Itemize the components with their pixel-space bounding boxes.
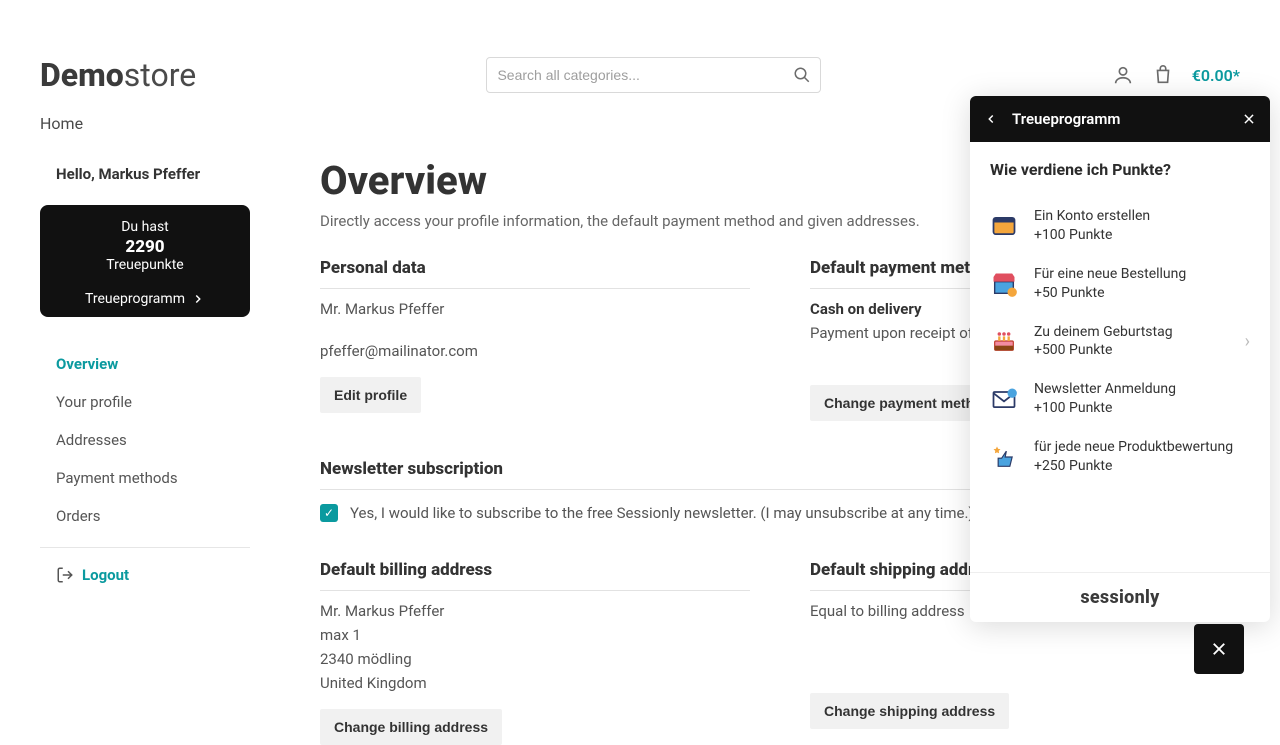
search-wrap bbox=[486, 57, 821, 93]
thumbs-up-stars-icon bbox=[990, 443, 1018, 471]
logout-button[interactable]: Logout bbox=[40, 560, 250, 590]
store-icon bbox=[990, 270, 1018, 298]
chevron-right-icon bbox=[191, 292, 205, 306]
newsletter-checkbox[interactable]: ✓ bbox=[320, 504, 338, 522]
nav-addresses[interactable]: Addresses bbox=[40, 421, 250, 459]
billing-name: Mr. Markus Pfeffer bbox=[320, 599, 750, 623]
loyalty-line2: Treuepunkte bbox=[54, 257, 236, 273]
panel-question: Wie verdiene ich Punkte? bbox=[990, 160, 1250, 179]
panel-item-review[interactable]: für jede neue Produktbewertung+250 Punkt… bbox=[990, 428, 1250, 486]
billing-title: Default billing address bbox=[320, 560, 750, 591]
panel-item-order[interactable]: Für eine neue Bestellung+50 Punkte bbox=[990, 255, 1250, 313]
cart-icon[interactable] bbox=[1152, 64, 1174, 86]
loyalty-line1: Du hast bbox=[54, 219, 236, 235]
change-billing-button[interactable]: Change billing address bbox=[320, 709, 502, 745]
search-icon[interactable] bbox=[793, 66, 811, 84]
close-icon bbox=[1210, 640, 1228, 658]
cart-total[interactable]: €0.00* bbox=[1192, 66, 1240, 85]
newsletter-label: Yes, I would like to subscribe to the fr… bbox=[350, 504, 974, 522]
loyalty-program-link[interactable]: Treueprogramm bbox=[54, 283, 236, 307]
loyalty-points: 2290 bbox=[54, 237, 236, 257]
nav-overview[interactable]: Overview bbox=[40, 345, 250, 383]
panel-item-newsletter[interactable]: Newsletter Anmeldung+100 Punkte bbox=[990, 370, 1250, 428]
panel-item-account[interactable]: Ein Konto erstellen+100 Punkte bbox=[990, 197, 1250, 255]
nav-orders[interactable]: Orders bbox=[40, 497, 250, 535]
envelope-icon bbox=[990, 385, 1018, 413]
panel-title: Treueprogramm bbox=[1012, 110, 1120, 128]
account-nav: Overview Your profile Addresses Payment … bbox=[40, 335, 250, 535]
nav-payment[interactable]: Payment methods bbox=[40, 459, 250, 497]
account-icon[interactable] bbox=[1112, 64, 1134, 86]
search-input[interactable] bbox=[486, 57, 821, 93]
chevron-right-icon: › bbox=[1245, 331, 1250, 352]
account-create-icon bbox=[990, 212, 1018, 240]
personal-data-title: Personal data bbox=[320, 258, 750, 289]
billing-l2: 2340 mödling bbox=[320, 647, 750, 671]
billing-l1: max 1 bbox=[320, 623, 750, 647]
logo[interactable]: Demostore bbox=[40, 56, 196, 94]
personal-email: pfeffer@mailinator.com bbox=[320, 339, 750, 363]
panel-close-icon[interactable] bbox=[1242, 112, 1256, 126]
birthday-cake-icon bbox=[990, 327, 1018, 355]
panel-footer-brand: sessionly bbox=[970, 572, 1270, 622]
panel-back-icon[interactable] bbox=[984, 112, 998, 126]
loyalty-panel: Treueprogramm Wie verdiene ich Punkte? E… bbox=[970, 96, 1270, 622]
edit-profile-button[interactable]: Edit profile bbox=[320, 377, 421, 413]
panel-item-birthday[interactable]: Zu deinem Geburtstag+500 Punkte › bbox=[990, 313, 1250, 371]
nav-profile[interactable]: Your profile bbox=[40, 383, 250, 421]
divider bbox=[40, 547, 250, 548]
personal-name: Mr. Markus Pfeffer bbox=[320, 297, 750, 321]
greeting: Hello, Markus Pfeffer bbox=[40, 165, 250, 183]
logout-icon bbox=[56, 566, 74, 584]
loyalty-box: Du hast 2290 Treuepunkte Treueprogramm bbox=[40, 205, 250, 317]
billing-l3: United Kingdom bbox=[320, 671, 750, 695]
change-shipping-button[interactable]: Change shipping address bbox=[810, 693, 1009, 729]
widget-close-button[interactable] bbox=[1194, 624, 1244, 674]
